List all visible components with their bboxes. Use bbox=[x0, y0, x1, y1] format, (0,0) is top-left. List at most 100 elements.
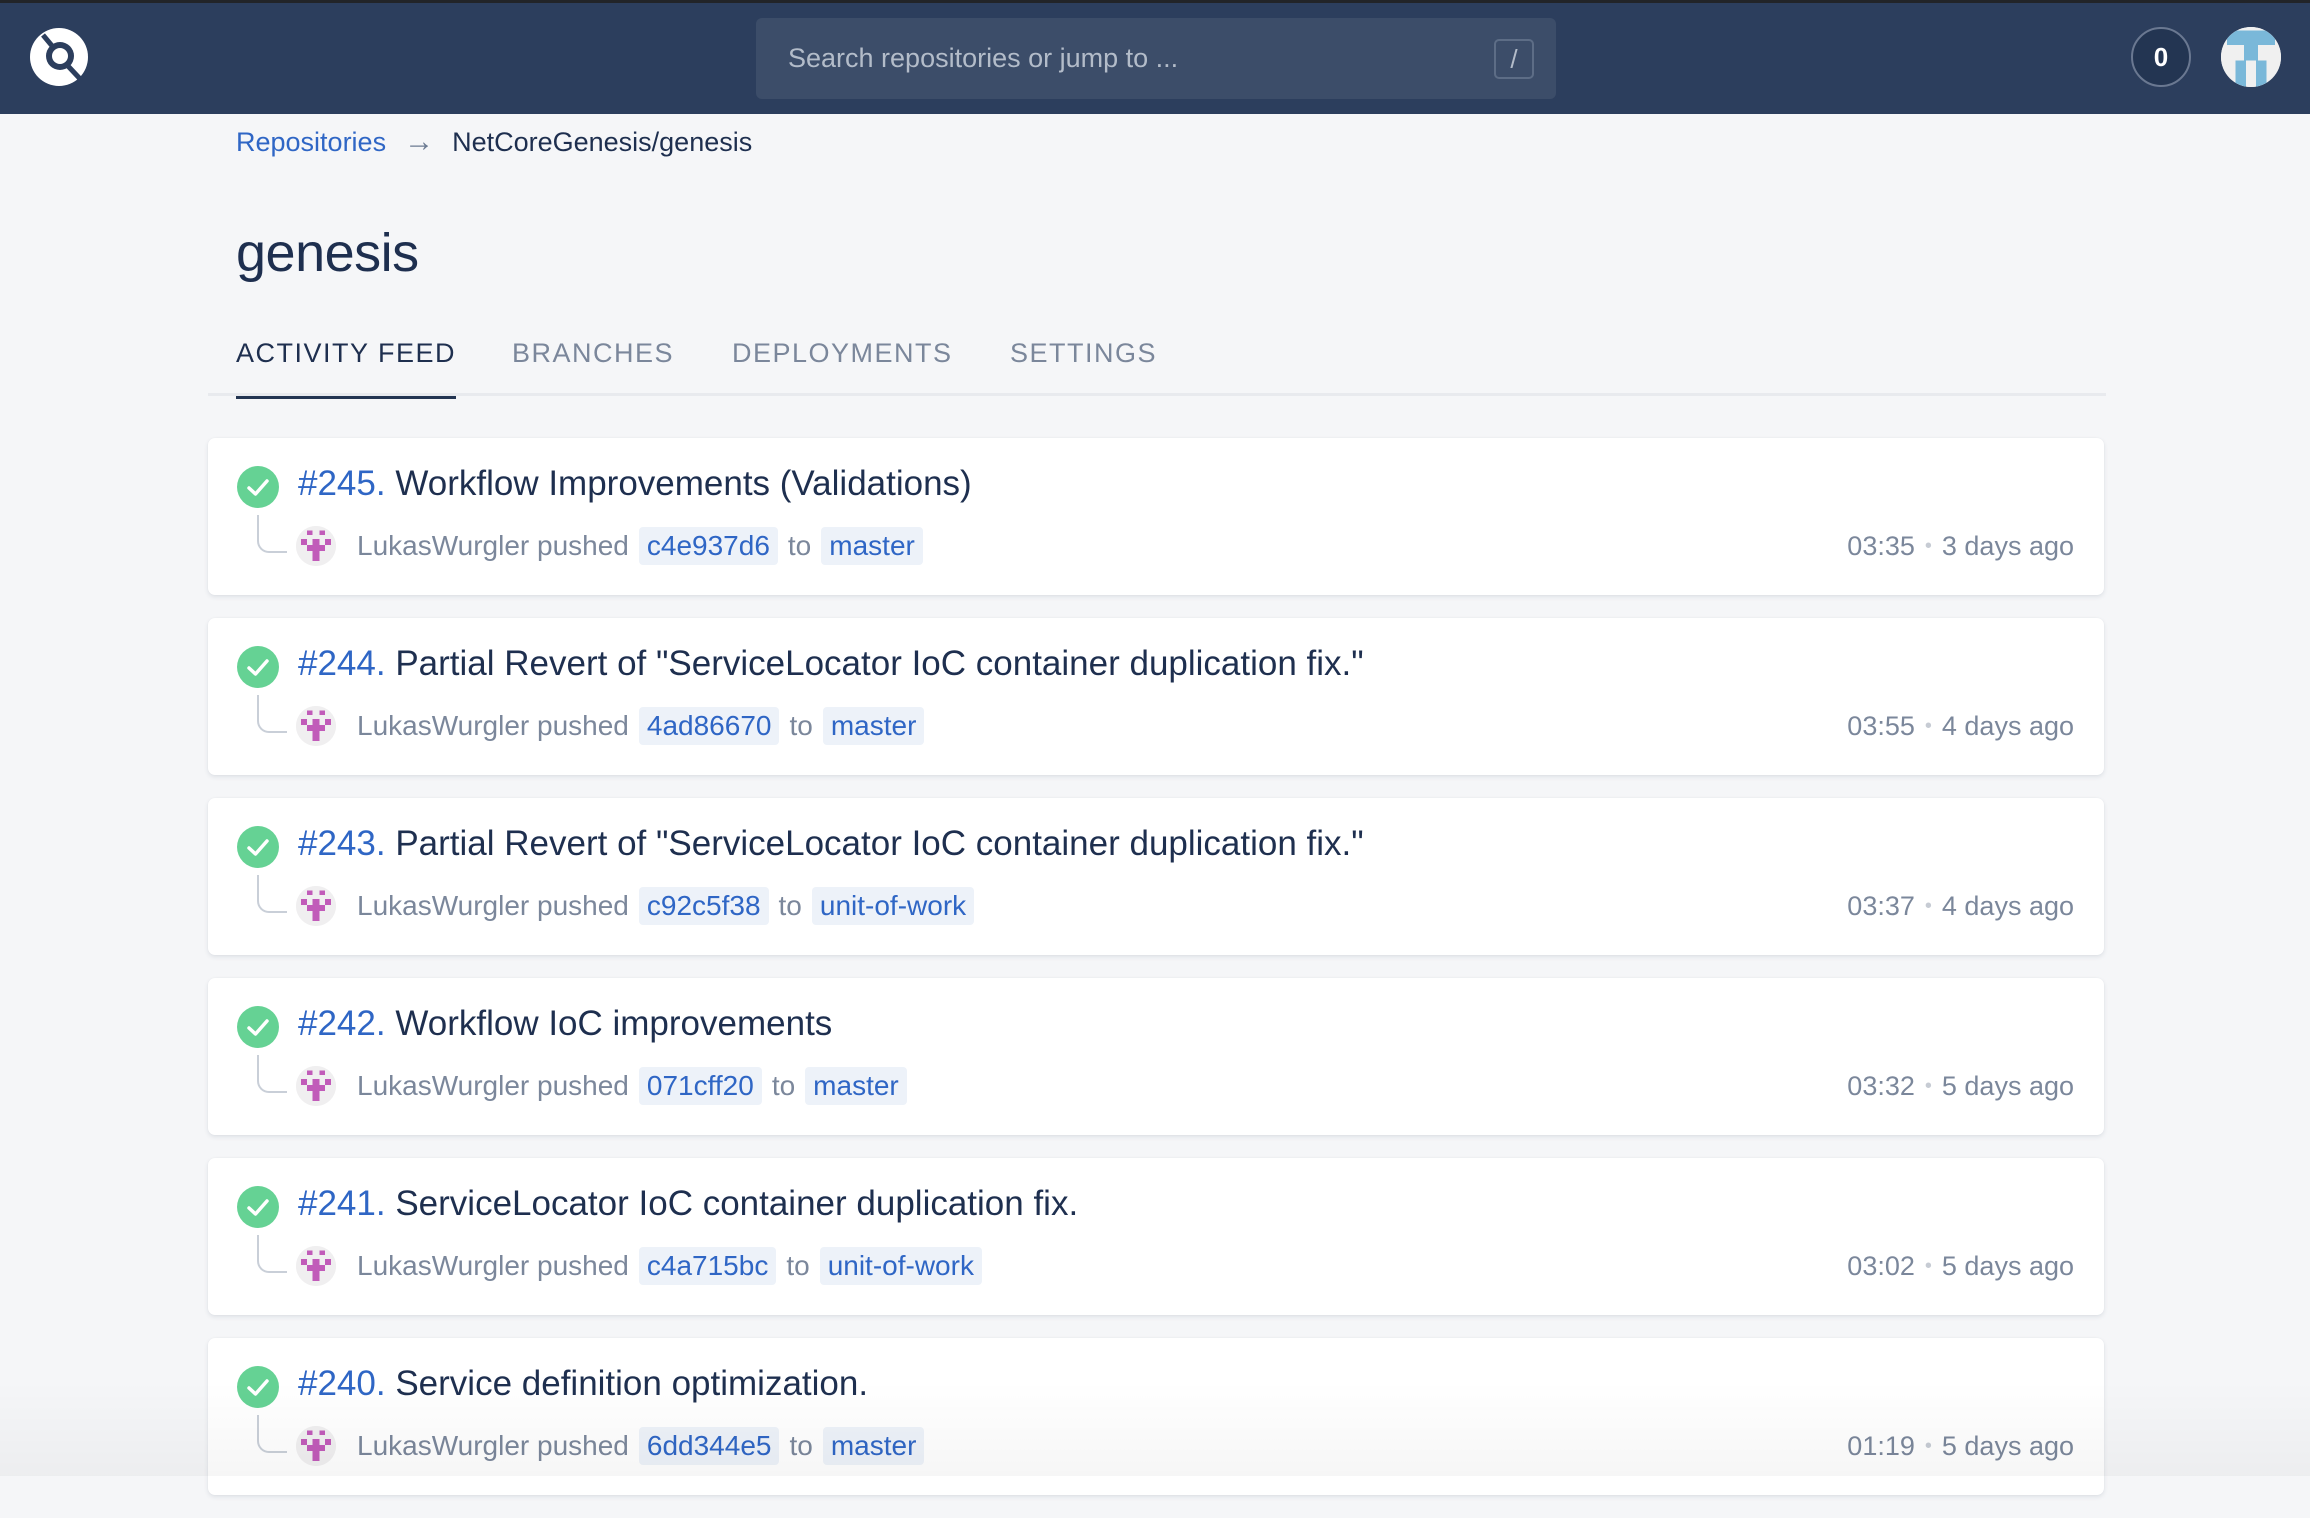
feed-item[interactable]: #245. Workflow Improvements (Validations… bbox=[208, 438, 2104, 595]
author-name[interactable]: LukasWurgler bbox=[357, 1070, 529, 1102]
identicon-avatar-icon bbox=[2221, 27, 2281, 87]
author-name[interactable]: LukasWurgler bbox=[357, 530, 529, 562]
check-circle-icon bbox=[237, 1366, 279, 1408]
commit-hash-link[interactable]: 071cff20 bbox=[638, 1067, 762, 1105]
author-name[interactable]: LukasWurgler bbox=[357, 1250, 529, 1282]
breadcrumb-repositories-link[interactable]: Repositories bbox=[236, 127, 386, 158]
separator-dot: • bbox=[1924, 1434, 1932, 1457]
build-number-link[interactable]: #240. bbox=[298, 1364, 386, 1403]
branch-link[interactable]: master bbox=[805, 1067, 907, 1105]
check-circle-icon bbox=[237, 646, 279, 688]
tab-deployments[interactable]: DEPLOYMENTS bbox=[732, 338, 953, 396]
to-label: to bbox=[778, 890, 802, 921]
build-number-link[interactable]: #242. bbox=[298, 1004, 386, 1043]
commit-message-link[interactable]: Workflow Improvements (Validations) bbox=[395, 464, 971, 503]
check-circle-icon bbox=[237, 826, 279, 868]
tree-connector bbox=[257, 515, 287, 553]
feed-item[interactable]: #243. Partial Revert of "ServiceLocator … bbox=[208, 798, 2104, 955]
commit-hash-link[interactable]: 4ad86670 bbox=[638, 707, 780, 745]
to-label: to bbox=[787, 530, 812, 561]
user-avatar[interactable] bbox=[2221, 27, 2281, 87]
branch-link[interactable]: master bbox=[821, 527, 923, 565]
time-duration: 03:32 bbox=[1847, 1070, 1915, 1101]
push-action: pushed bbox=[537, 530, 629, 561]
to-label: to bbox=[789, 710, 813, 741]
tab-activity-feed[interactable]: ACTIVITY FEED bbox=[236, 338, 457, 399]
time-duration: 01:19 bbox=[1847, 1430, 1915, 1461]
feed-item-time: 03:37 • 4 days ago bbox=[1847, 882, 2074, 930]
separator-dot: • bbox=[1924, 1254, 1932, 1277]
commit-message-link[interactable]: Partial Revert of "ServiceLocator IoC co… bbox=[395, 644, 1363, 683]
app-logo-icon[interactable] bbox=[29, 27, 89, 87]
push-action: pushed bbox=[537, 890, 629, 921]
commit-message-link[interactable]: Partial Revert of "ServiceLocator IoC co… bbox=[395, 824, 1363, 863]
tab-settings[interactable]: SETTINGS bbox=[1010, 338, 1157, 396]
check-circle-icon bbox=[237, 466, 279, 508]
tree-connector bbox=[257, 1235, 287, 1273]
to-label: to bbox=[789, 1430, 813, 1461]
feed-item-title: #244. Partial Revert of "ServiceLocator … bbox=[298, 644, 1364, 684]
author-avatar bbox=[296, 886, 336, 926]
arrow-right-icon: → bbox=[404, 125, 435, 158]
time-duration: 03:02 bbox=[1847, 1250, 1915, 1281]
feed-item-time: 03:35 • 3 days ago bbox=[1847, 522, 2074, 570]
push-summary: LukasWurgler pushed c92c5f38 to unit-of-… bbox=[357, 882, 984, 930]
to-label: to bbox=[771, 1070, 796, 1101]
tab-branches[interactable]: BRANCHES bbox=[512, 338, 674, 396]
build-number-link[interactable]: #243. bbox=[298, 824, 386, 863]
branch-link[interactable]: unit-of-work bbox=[819, 1247, 982, 1285]
push-action: pushed bbox=[537, 710, 629, 741]
feed-item-title: #243. Partial Revert of "ServiceLocator … bbox=[298, 824, 1364, 864]
branch-link[interactable]: master bbox=[822, 707, 925, 745]
push-summary: LukasWurgler pushed 6dd344e5 to master bbox=[357, 1422, 934, 1470]
push-summary: LukasWurgler pushed 071cff20 to master bbox=[357, 1062, 917, 1110]
tree-connector bbox=[257, 695, 287, 733]
feed-item-title: #242. Workflow IoC improvements bbox=[298, 1004, 832, 1044]
branch-link[interactable]: master bbox=[822, 1427, 925, 1465]
identicon-icon bbox=[296, 526, 336, 566]
feed-item-time: 03:55 • 4 days ago bbox=[1847, 702, 2074, 750]
feed-item-time: 01:19 • 5 days ago bbox=[1847, 1422, 2074, 1470]
commit-message-link[interactable]: Workflow IoC improvements bbox=[395, 1004, 832, 1043]
author-avatar bbox=[296, 706, 336, 746]
relative-time: 5 days ago bbox=[1941, 1250, 2074, 1281]
build-number-link[interactable]: #241. bbox=[298, 1184, 386, 1223]
author-name[interactable]: LukasWurgler bbox=[357, 890, 529, 922]
feed-item-title: #245. Workflow Improvements (Validations… bbox=[298, 464, 972, 504]
feed-item[interactable]: #244. Partial Revert of "ServiceLocator … bbox=[208, 618, 2104, 775]
time-duration: 03:55 bbox=[1847, 710, 1915, 741]
notification-counter[interactable]: 0 bbox=[2131, 27, 2191, 87]
commit-hash-link[interactable]: 6dd344e5 bbox=[638, 1427, 780, 1465]
search-input[interactable] bbox=[788, 18, 1468, 99]
time-duration: 03:37 bbox=[1847, 890, 1915, 921]
tree-connector bbox=[257, 875, 287, 913]
check-circle-icon bbox=[237, 1006, 279, 1048]
push-summary: LukasWurgler pushed c4a715bc to unit-of-… bbox=[357, 1242, 992, 1290]
commit-hash-link[interactable]: c4e937d6 bbox=[638, 527, 778, 565]
build-number-link[interactable]: #245. bbox=[298, 464, 386, 503]
push-action: pushed bbox=[537, 1250, 629, 1281]
push-action: pushed bbox=[537, 1430, 629, 1461]
author-name[interactable]: LukasWurgler bbox=[357, 1430, 529, 1462]
tab-bar: ACTIVITY FEED BRANCHES DEPLOYMENTS SETTI… bbox=[208, 330, 2106, 399]
build-number-link[interactable]: #244. bbox=[298, 644, 386, 683]
separator-dot: • bbox=[1924, 714, 1932, 737]
feed-item[interactable]: #242. Workflow IoC improvements LukasWur… bbox=[208, 978, 2104, 1135]
identicon-icon bbox=[296, 1246, 336, 1286]
author-name[interactable]: LukasWurgler bbox=[357, 710, 529, 742]
keyboard-shortcut-hint: / bbox=[1494, 39, 1534, 79]
author-avatar bbox=[296, 1066, 336, 1106]
branch-link[interactable]: unit-of-work bbox=[811, 887, 975, 925]
feed-item-title: #240. Service definition optimization. bbox=[298, 1364, 868, 1404]
feed-item[interactable]: #240. Service definition optimization. L… bbox=[208, 1338, 2104, 1495]
breadcrumb-current: NetCoreGenesis/genesis bbox=[452, 126, 753, 157]
push-summary: LukasWurgler pushed 4ad86670 to master bbox=[357, 702, 934, 750]
commit-message-link[interactable]: ServiceLocator IoC container duplication… bbox=[395, 1184, 1078, 1223]
search-bar[interactable]: / bbox=[756, 18, 1556, 99]
tree-connector bbox=[257, 1055, 287, 1093]
commit-hash-link[interactable]: c92c5f38 bbox=[638, 887, 769, 925]
commit-hash-link[interactable]: c4a715bc bbox=[638, 1247, 777, 1285]
commit-message-link[interactable]: Service definition optimization. bbox=[395, 1364, 868, 1403]
relative-time: 3 days ago bbox=[1941, 530, 2074, 561]
feed-item[interactable]: #241. ServiceLocator IoC container dupli… bbox=[208, 1158, 2104, 1315]
